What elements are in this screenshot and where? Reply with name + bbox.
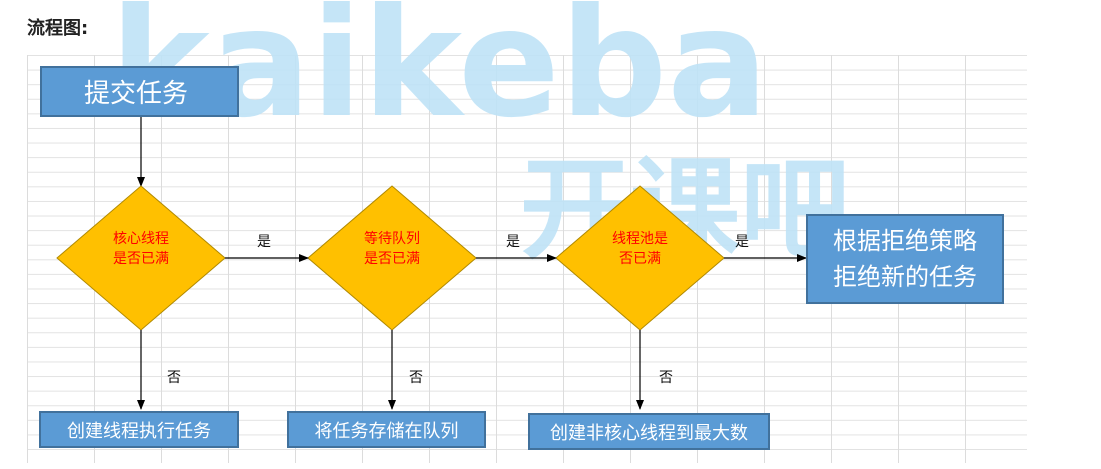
decision-core-label: 核心线程 是否已满	[91, 229, 191, 269]
edge-label-yes-2: 是	[506, 234, 520, 250]
node-store-queue-label: 将任务存储在队列	[314, 420, 459, 442]
node-create-noncore-label: 创建非核心线程到最大数	[550, 422, 748, 444]
node-create-noncore-thread: 创建非核心线程到最大数	[528, 413, 770, 450]
decision-core-line1: 核心线程	[113, 231, 169, 247]
node-reject-line2: 拒绝新的任务	[833, 263, 977, 291]
node-store-queue: 将任务存储在队列	[287, 411, 486, 448]
edge-label-yes-1: 是	[257, 234, 271, 250]
decision-core-line2: 是否已满	[113, 251, 169, 267]
node-create-core-label: 创建线程执行任务	[67, 420, 211, 442]
edge-label-no-2: 否	[409, 370, 423, 386]
node-reject: 根据拒绝策略 拒绝新的任务	[806, 214, 1004, 304]
node-submit-label: 提交任务	[84, 79, 189, 109]
node-reject-line1: 根据拒绝策略	[833, 227, 977, 255]
edge-label-yes-3: 是	[735, 234, 749, 250]
node-submit-task: 提交任务	[40, 66, 239, 117]
decision-pool-line1: 线程池是	[612, 231, 668, 247]
edge-label-no-3: 否	[659, 370, 673, 386]
decision-pool-label: 线程池是 否已满	[590, 229, 690, 269]
decision-pool-line2: 否已满	[619, 251, 661, 267]
decision-queue-line1: 等待队列	[364, 231, 420, 247]
decision-queue-label: 等待队列 是否已满	[342, 229, 442, 269]
edge-label-no-1: 否	[167, 370, 181, 386]
decision-queue-line2: 是否已满	[364, 251, 420, 267]
node-create-core-thread: 创建线程执行任务	[39, 411, 239, 448]
